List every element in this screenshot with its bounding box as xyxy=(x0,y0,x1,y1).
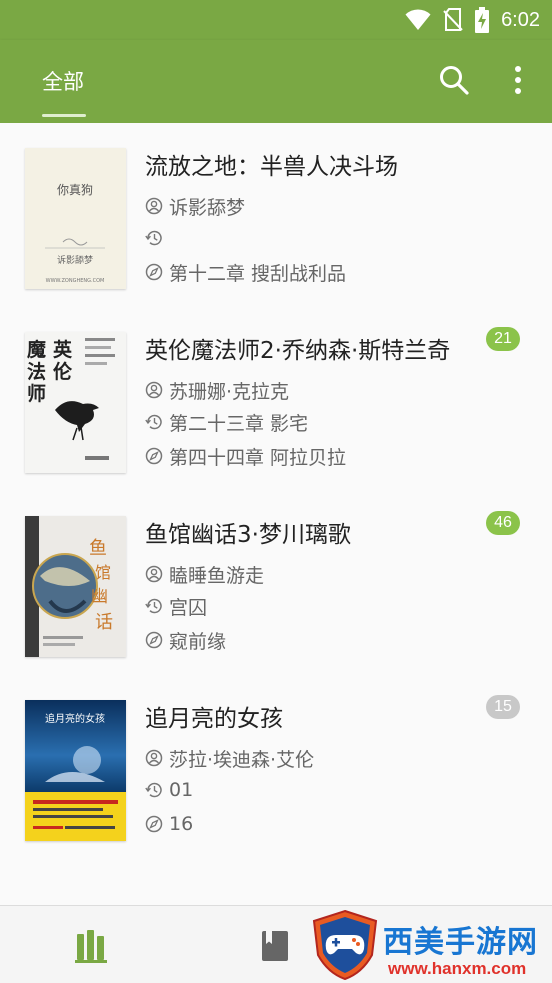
book-author: 瞌睡鱼游走 xyxy=(169,564,265,587)
last-read-row: 第二十三章 影宅 xyxy=(145,409,308,435)
author-row: 苏珊娜·克拉克 xyxy=(145,377,289,403)
watermark-name: 西美手游网 xyxy=(383,925,538,960)
compass-icon xyxy=(145,263,163,281)
latest-row: 窥前缘 xyxy=(145,627,226,653)
status-bar: 6:02 xyxy=(0,0,552,40)
latest-row: 16 xyxy=(145,811,193,837)
book-author: 莎拉·埃迪森·艾伦 xyxy=(169,748,315,771)
last-read-row xyxy=(145,225,169,251)
book-item[interactable]: 你真狗 诉影舔梦 WWW.ZONGHENG.COM 流放之地：半兽人决斗场 诉影… xyxy=(0,123,552,307)
book-item[interactable]: 魔 法 师 英 伦 英伦魔法师2·乔纳森·斯特兰奇 21 苏珊娜·克拉克 第二十… xyxy=(0,307,552,491)
svg-text:鱼: 鱼 xyxy=(89,538,107,559)
latest-chapter: 第十二章 搜刮战利品 xyxy=(169,262,347,285)
latest-chapter: 窥前缘 xyxy=(169,630,227,653)
svg-text:法: 法 xyxy=(27,360,46,383)
book-list: 你真狗 诉影舔梦 WWW.ZONGHENG.COM 流放之地：半兽人决斗场 诉影… xyxy=(0,123,552,905)
book-cover: 鱼 馆 幽 话 xyxy=(25,516,126,657)
bottom-nav: 西美手游网 www.hanxm.com xyxy=(0,905,552,983)
more-vert-icon[interactable] xyxy=(502,64,534,96)
author-icon xyxy=(145,749,163,767)
svg-text:师: 师 xyxy=(27,383,46,405)
last-read-row: 宫囚 xyxy=(145,593,207,619)
latest-chapter: 16 xyxy=(169,813,194,835)
book-author: 诉影舔梦 xyxy=(169,196,246,219)
gamepad-shield-icon xyxy=(312,909,378,981)
latest-row: 第四十四章 阿拉贝拉 xyxy=(145,443,346,469)
book-title: 流放之地：半兽人决斗场 xyxy=(145,154,398,180)
author-icon xyxy=(145,197,163,215)
history-icon xyxy=(145,414,162,430)
battery-charging-icon xyxy=(475,7,490,33)
status-time: 6:02 xyxy=(501,8,540,31)
watermark-url: www.hanxm.com xyxy=(388,959,527,978)
history-icon xyxy=(145,782,162,798)
svg-text:英: 英 xyxy=(53,338,73,361)
search-icon[interactable] xyxy=(438,64,470,96)
history-icon xyxy=(145,230,162,246)
svg-text:馆: 馆 xyxy=(95,563,111,582)
svg-text:幽: 幽 xyxy=(91,587,108,607)
unread-badge: 46 xyxy=(486,511,520,535)
no-sim-icon xyxy=(443,8,463,31)
book-title: 鱼馆幽话3·梦川璃歌 xyxy=(145,522,351,548)
svg-text:伦: 伦 xyxy=(53,360,73,383)
book-author: 苏珊娜·克拉克 xyxy=(169,380,290,403)
svg-text:魔: 魔 xyxy=(27,338,47,361)
book-item[interactable]: 追月亮的女孩 追月亮的女孩 15 莎拉·埃迪森·艾伦 01 16 xyxy=(0,675,552,859)
wifi-icon xyxy=(405,9,431,30)
latest-chapter: 第四十四章 阿拉贝拉 xyxy=(169,446,347,469)
tab-indicator xyxy=(42,114,86,117)
cover-author: 诉影舔梦 xyxy=(57,254,93,266)
book-title: 英伦魔法师2·乔纳森·斯特兰奇 xyxy=(145,338,451,364)
unread-badge: 15 xyxy=(486,695,520,719)
book-title: 追月亮的女孩 xyxy=(145,706,283,732)
last-read-chapter: 第二十三章 影宅 xyxy=(169,412,309,435)
last-read-chapter: 01 xyxy=(169,779,194,801)
compass-icon xyxy=(145,815,163,833)
book-cover: 魔 法 师 英 伦 xyxy=(25,332,126,473)
svg-text:追月亮的女孩: 追月亮的女孩 xyxy=(45,712,105,725)
cover-title: 你真狗 xyxy=(57,183,93,197)
latest-row: 第十二章 搜刮战利品 xyxy=(145,259,346,285)
author-icon xyxy=(145,565,163,583)
author-row: 瞌睡鱼游走 xyxy=(145,561,264,587)
last-read-row: 01 xyxy=(145,777,193,803)
tab-all[interactable]: 全部 xyxy=(42,66,84,96)
svg-text:话: 话 xyxy=(95,612,113,633)
author-row: 莎拉·埃迪森·艾伦 xyxy=(145,745,314,771)
app-bar: 全部 xyxy=(0,40,552,123)
book-item[interactable]: 鱼 馆 幽 话 鱼馆幽话3·梦川璃歌 46 瞌睡鱼游走 宫囚 窥前缘 xyxy=(0,491,552,675)
watermark-logo: 西美手游网 www.hanxm.com xyxy=(310,909,550,983)
author-row: 诉影舔梦 xyxy=(145,193,245,219)
unread-badge: 21 xyxy=(486,327,520,351)
history-icon xyxy=(145,598,162,614)
bookshelf-icon[interactable] xyxy=(74,928,110,964)
compass-icon xyxy=(145,631,163,649)
author-icon xyxy=(145,381,163,399)
status-icons: 6:02 xyxy=(405,6,540,34)
compass-icon xyxy=(145,447,163,465)
book-cover: 追月亮的女孩 xyxy=(25,700,126,841)
book-icon[interactable] xyxy=(258,928,294,964)
cover-site: WWW.ZONGHENG.COM xyxy=(46,278,105,284)
book-cover: 你真狗 诉影舔梦 WWW.ZONGHENG.COM xyxy=(25,148,126,289)
last-read-chapter: 宫囚 xyxy=(169,596,208,619)
